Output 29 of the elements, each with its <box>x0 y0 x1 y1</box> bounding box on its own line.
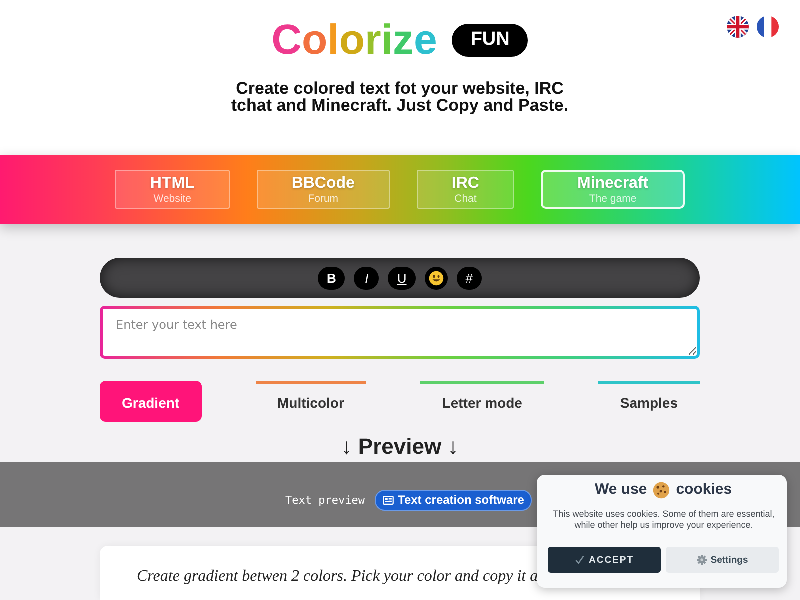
uk-flag-icon[interactable] <box>727 16 749 38</box>
mode-tab[interactable]: Multicolor <box>256 381 366 422</box>
accept-button[interactable]: ACCEPT <box>548 547 661 573</box>
bold-button[interactable]: B <box>318 266 346 290</box>
logo-text[interactable]: Colorize <box>272 16 438 64</box>
french-flag-icon[interactable] <box>757 16 779 38</box>
software-link[interactable]: Text creation software <box>375 490 532 510</box>
underline-button[interactable]: U <box>388 266 416 290</box>
mode-tab[interactable]: Letter mode <box>420 381 544 422</box>
emoji-button[interactable] <box>424 266 448 290</box>
preview-heading: ↓ Preview ↓ <box>340 434 460 460</box>
edition-badge: FUN <box>452 24 528 56</box>
hash-button[interactable]: # <box>456 266 482 290</box>
tagline-text: Create colored text fot your website, IRC tchat and Minecraft. Just Copy and Paste. <box>230 80 570 114</box>
check-icon <box>574 555 585 565</box>
preview-label: Text preview <box>286 494 365 506</box>
text-input-field[interactable]: Enter your text here <box>100 306 700 359</box>
settings-button[interactable]: Settings <box>666 547 779 573</box>
italic-button[interactable]: I <box>354 266 380 290</box>
preview-text: Create gradient betwen 2 colors. Pick your color and copy it a <box>137 567 540 587</box>
dialog-title: We use <box>594 480 648 500</box>
document-icon <box>383 496 394 504</box>
cookie-icon <box>653 482 670 498</box>
smiley-icon <box>428 270 444 286</box>
dialog-message: This website uses cookies. Some of them are essential, while other help us improve your experience. <box>552 509 776 531</box>
mode-tab[interactable]: Gradient <box>100 381 202 422</box>
dialog-title: cookies <box>676 480 732 500</box>
mode-tab[interactable]: Samples <box>598 381 700 422</box>
gear-icon <box>696 555 707 565</box>
